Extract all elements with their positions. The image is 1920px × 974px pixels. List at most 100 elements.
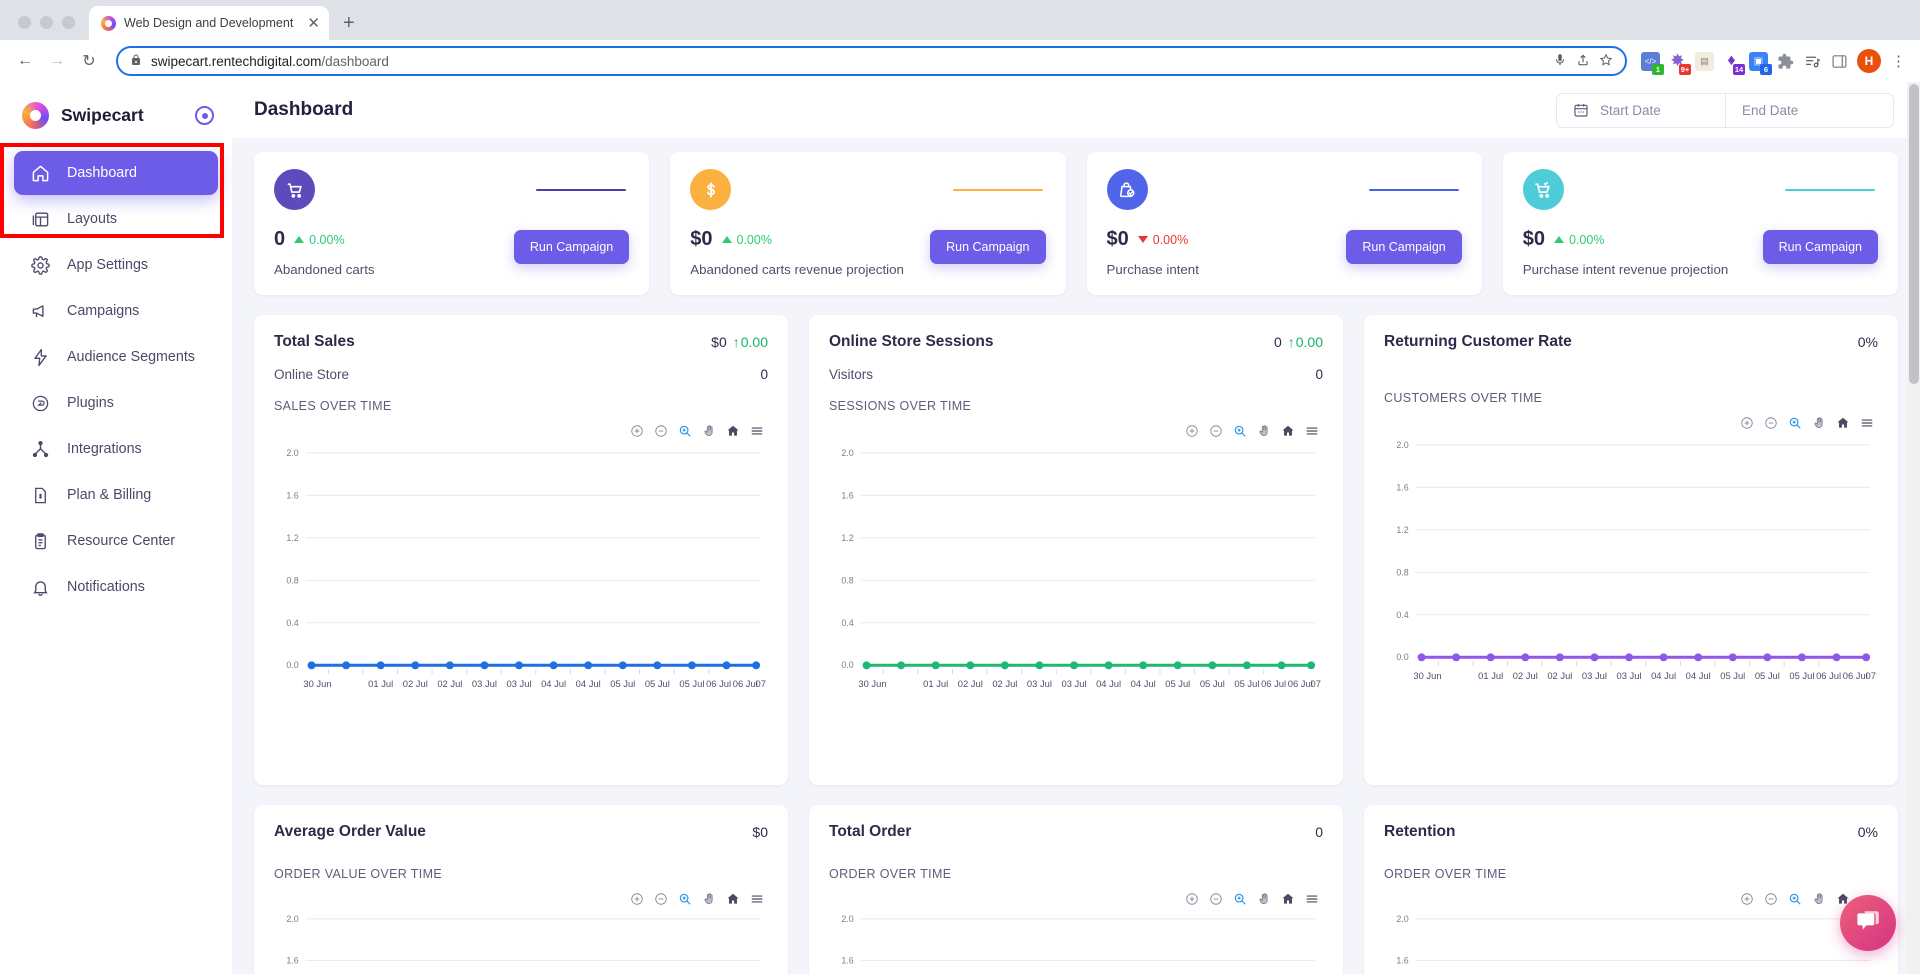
customers-over-time-plot[interactable]: 2.01.61.2 0.80.40.0 [1384, 434, 1878, 691]
run-campaign-button[interactable]: Run Campaign [930, 230, 1045, 264]
order-value-line-chart[interactable]: 2.01.6 [274, 910, 768, 969]
sidebar-item-plan-billing[interactable]: Plan & Billing [14, 473, 218, 517]
reload-button[interactable]: ↻ [76, 48, 102, 74]
share-icon[interactable] [1576, 53, 1590, 70]
chart-sub-value: 0 [1315, 367, 1323, 382]
menu-icon[interactable] [1860, 416, 1874, 430]
diamond-extension-icon[interactable]: ♦ 14 [1722, 52, 1741, 71]
svg-text:2.0: 2.0 [286, 914, 298, 924]
order-over-time-plot[interactable]: 2.01.6 [829, 910, 1323, 969]
forward-button[interactable]: → [44, 48, 70, 74]
sidebar-item-audience-segments[interactable]: Audience Segments [14, 335, 218, 379]
reset-home-icon[interactable] [1281, 424, 1295, 438]
sidebar-item-app-settings[interactable]: App Settings [14, 243, 218, 287]
run-campaign-button[interactable]: Run Campaign [1346, 230, 1461, 264]
playlist-extension-icon[interactable] [1803, 52, 1822, 71]
address-bar[interactable]: swipecart.rentechdigital.com/dashboard [116, 46, 1627, 76]
side-panel-icon[interactable] [1830, 52, 1849, 71]
pan-icon[interactable] [1812, 892, 1826, 906]
selection-zoom-icon[interactable] [678, 892, 692, 906]
browser-tab[interactable]: Web Design and Development ✕ [89, 6, 329, 40]
zoom-in-icon[interactable] [1740, 416, 1754, 430]
page-scrollbar-track[interactable] [1907, 82, 1920, 974]
pan-icon[interactable] [1257, 892, 1271, 906]
zoom-out-icon[interactable] [654, 424, 668, 438]
code-extension-icon[interactable]: </> 1 [1641, 52, 1660, 71]
reset-home-icon[interactable] [1836, 416, 1850, 430]
reset-home-icon[interactable] [726, 424, 740, 438]
close-tab-icon[interactable]: ✕ [307, 16, 320, 31]
zoom-out-icon[interactable] [1209, 892, 1223, 906]
run-campaign-button[interactable]: Run Campaign [1763, 230, 1878, 264]
minimize-window-button[interactable] [40, 16, 53, 29]
reset-home-icon[interactable] [726, 892, 740, 906]
reset-home-icon[interactable] [1281, 892, 1295, 906]
selection-zoom-icon[interactable] [678, 424, 692, 438]
kpi-value: $0 [1523, 228, 1545, 251]
microphone-icon[interactable] [1553, 53, 1567, 70]
sidebar-item-plugins[interactable]: Plugins [14, 381, 218, 425]
puzzle-extensions-icon[interactable] [1776, 52, 1795, 71]
retention-line-chart[interactable]: 2.01.6 [1384, 910, 1878, 969]
new-tab-button[interactable]: + [343, 13, 355, 33]
browser-menu-icon[interactable]: ⋮ [1889, 52, 1908, 70]
pan-icon[interactable] [702, 424, 716, 438]
pan-icon[interactable] [702, 892, 716, 906]
sidebar-item-resource-center[interactable]: Resource Center [14, 519, 218, 563]
zoom-in-icon[interactable] [1185, 424, 1199, 438]
close-window-button[interactable] [18, 16, 31, 29]
menu-icon[interactable] [750, 424, 764, 438]
retention-over-time-plot[interactable]: 2.01.6 [1384, 910, 1878, 969]
end-date-field[interactable]: End Date [1725, 94, 1893, 127]
sidebar-item-layouts[interactable]: Layouts [14, 197, 218, 241]
sidebar-item-integrations[interactable]: Integrations [14, 427, 218, 471]
zoom-in-icon[interactable] [630, 424, 644, 438]
menu-icon[interactable] [1305, 892, 1319, 906]
sessions-over-time-plot[interactable]: 2.01.61.2 0.80.40.0 [829, 442, 1323, 699]
sales-line-chart[interactable]: 2.01.61.2 0.80.40.0 [274, 442, 768, 699]
zoom-out-icon[interactable] [1764, 892, 1778, 906]
start-date-field[interactable]: Start Date [1557, 94, 1725, 127]
pan-icon[interactable] [1812, 416, 1826, 430]
zoom-out-icon[interactable] [1209, 424, 1223, 438]
run-campaign-button[interactable]: Run Campaign [514, 230, 629, 264]
sales-over-time-plot[interactable]: 2.01.61.2 0.80.40.0 [274, 442, 768, 699]
selection-zoom-icon[interactable] [1788, 892, 1802, 906]
menu-icon[interactable] [750, 892, 764, 906]
selection-zoom-icon[interactable] [1788, 416, 1802, 430]
reader-extension-icon[interactable]: ▤ [1695, 52, 1714, 71]
collapse-sidebar-button[interactable] [195, 106, 214, 125]
zoom-in-icon[interactable] [1185, 892, 1199, 906]
pan-icon[interactable] [1257, 424, 1271, 438]
sessions-line-chart[interactable]: 2.01.61.2 0.80.40.0 [829, 442, 1323, 699]
back-button[interactable]: ← [12, 48, 38, 74]
chart-section-label: ORDER VALUE OVER TIME [274, 867, 768, 881]
svg-text:2.0: 2.0 [841, 914, 853, 924]
zoom-in-icon[interactable] [1740, 892, 1754, 906]
menu-icon[interactable] [1305, 424, 1319, 438]
kpi-card-top [690, 169, 1045, 210]
chat-widget-button[interactable] [1840, 895, 1896, 951]
window-controls[interactable] [14, 16, 89, 40]
customers-line-chart[interactable]: 2.01.61.2 0.80.40.0 [1384, 434, 1878, 691]
profile-avatar[interactable]: H [1857, 49, 1881, 73]
sparkle-extension-icon[interactable]: ✸ 9+ [1668, 52, 1687, 71]
kpi-value-row: $0 0.00% [1107, 228, 1199, 251]
order-value-over-time-plot[interactable]: 2.01.6 [274, 910, 768, 969]
shopping-cart-icon [274, 169, 315, 210]
sidebar-item-notifications[interactable]: Notifications [14, 565, 218, 609]
sidebar-item-dashboard[interactable]: Dashboard [14, 151, 218, 195]
sidebar-item-campaigns[interactable]: Campaigns [14, 289, 218, 333]
selection-zoom-icon[interactable] [1233, 892, 1247, 906]
date-range-picker[interactable]: Start Date End Date [1556, 93, 1894, 128]
maximize-window-button[interactable] [62, 16, 75, 29]
blue-box-extension-icon[interactable]: ▣ 6 [1749, 52, 1768, 71]
bookmark-star-icon[interactable] [1599, 53, 1613, 70]
selection-zoom-icon[interactable] [1233, 424, 1247, 438]
sidebar-item-label: Layouts [67, 211, 117, 227]
zoom-out-icon[interactable] [1764, 416, 1778, 430]
zoom-in-icon[interactable] [630, 892, 644, 906]
zoom-out-icon[interactable] [654, 892, 668, 906]
page-scrollbar-thumb[interactable] [1909, 84, 1919, 384]
total-order-line-chart[interactable]: 2.01.6 [829, 910, 1323, 969]
